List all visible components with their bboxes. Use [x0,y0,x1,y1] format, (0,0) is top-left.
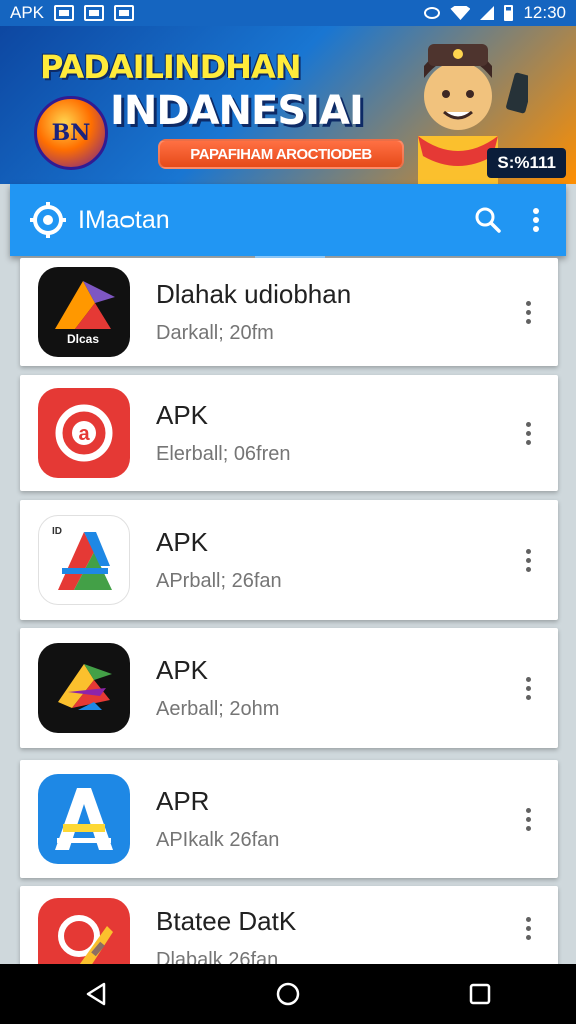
download-icon [84,5,105,21]
app-subtitle: Darkall; 20fm [156,322,274,344]
item-menu-button[interactable] [504,789,552,849]
eye-icon [424,7,441,19]
home-circle-icon [276,982,300,1006]
promo-banner[interactable]: PADAILINDHAN BN INDANESIAI PAPAFIHAM ARO… [0,26,576,184]
app-icon: ID [38,515,130,605]
app-name: Btatee DatK [156,906,297,936]
home-button[interactable] [258,969,318,1019]
app-subtitle: Aerball; 2ohm [156,698,280,720]
banner-badge: S:%111 [487,148,566,178]
app-logo-icon: a [55,404,113,462]
more-vert-icon [525,807,531,831]
back-triangle-icon [86,982,106,1006]
banner-title: PADAILINDHAN [40,48,301,86]
banner-headline: INDANESIAI [110,88,364,134]
app-icon [38,643,130,733]
app-icon: Dlcas [38,267,130,357]
item-menu-button[interactable] [504,282,552,342]
app-name: APK [156,527,209,557]
battery-icon [504,5,514,21]
more-vert-icon [525,676,531,700]
status-carrier: APK [10,3,45,22]
banner-cta[interactable]: PAPAFIHAM AROCTIODEB [158,139,404,169]
app-icon: a [38,388,130,478]
app-name: APR [156,786,210,816]
list-item[interactable]: a APK Elerball; 06fren [20,375,558,491]
banner-logo: BN [34,96,108,170]
notification-icon [114,5,135,21]
system-nav-bar [0,964,576,1024]
item-menu-button[interactable] [504,403,552,463]
app-logo-icon [55,788,113,850]
app-logo-icon: Dlcas [55,281,115,346]
search-icon [475,207,501,233]
wifi-icon [450,6,471,20]
app-name: APK [156,400,209,430]
notification-icon [54,5,75,21]
target-icon [30,202,66,238]
more-vert-icon [525,300,531,324]
app-icon [38,774,130,864]
list-item[interactable]: ID APK APrball; 26fan [20,500,558,620]
app-bar: IMaᴑtan [10,184,566,256]
search-button[interactable] [464,196,512,244]
recents-button[interactable] [450,969,510,1019]
banner-logo-text: BN [51,120,91,146]
list-item[interactable]: APR APIkalk 26fan [20,760,558,878]
app-subtitle: Elerball; 06fren [156,443,291,465]
overflow-menu-button[interactable] [512,196,560,244]
list-item[interactable]: APK Aerball; 2ohm [20,628,558,748]
status-bar: APK 12:30 [0,0,576,26]
app-icon-label: ID [52,526,62,537]
app-subtitle: APIkalk 26fan [156,829,280,851]
signal-icon [480,6,495,20]
item-menu-button[interactable] [504,658,552,718]
recents-square-icon [469,983,491,1005]
status-time: 12:30 [523,3,566,22]
app-name: APK [156,655,209,685]
app-icon-label: Dlcas [67,332,99,346]
back-button[interactable] [66,969,126,1019]
item-menu-button[interactable] [504,530,552,590]
app-logo-icon: ID [52,526,112,590]
list-item[interactable]: Dlcas Dlahak udiobhan Darkall; 20fm [20,258,558,366]
svg-text:a: a [78,423,90,445]
more-vert-icon [533,208,539,232]
more-vert-icon [525,421,531,445]
app-logo-icon [58,664,112,710]
item-menu-button[interactable] [504,898,552,958]
app-title: IMaᴑtan [78,205,170,234]
app-name: Dlahak udiobhan [156,279,352,309]
more-vert-icon [525,548,531,572]
app-subtitle: APrball; 26fan [156,570,282,592]
more-vert-icon [525,916,531,940]
